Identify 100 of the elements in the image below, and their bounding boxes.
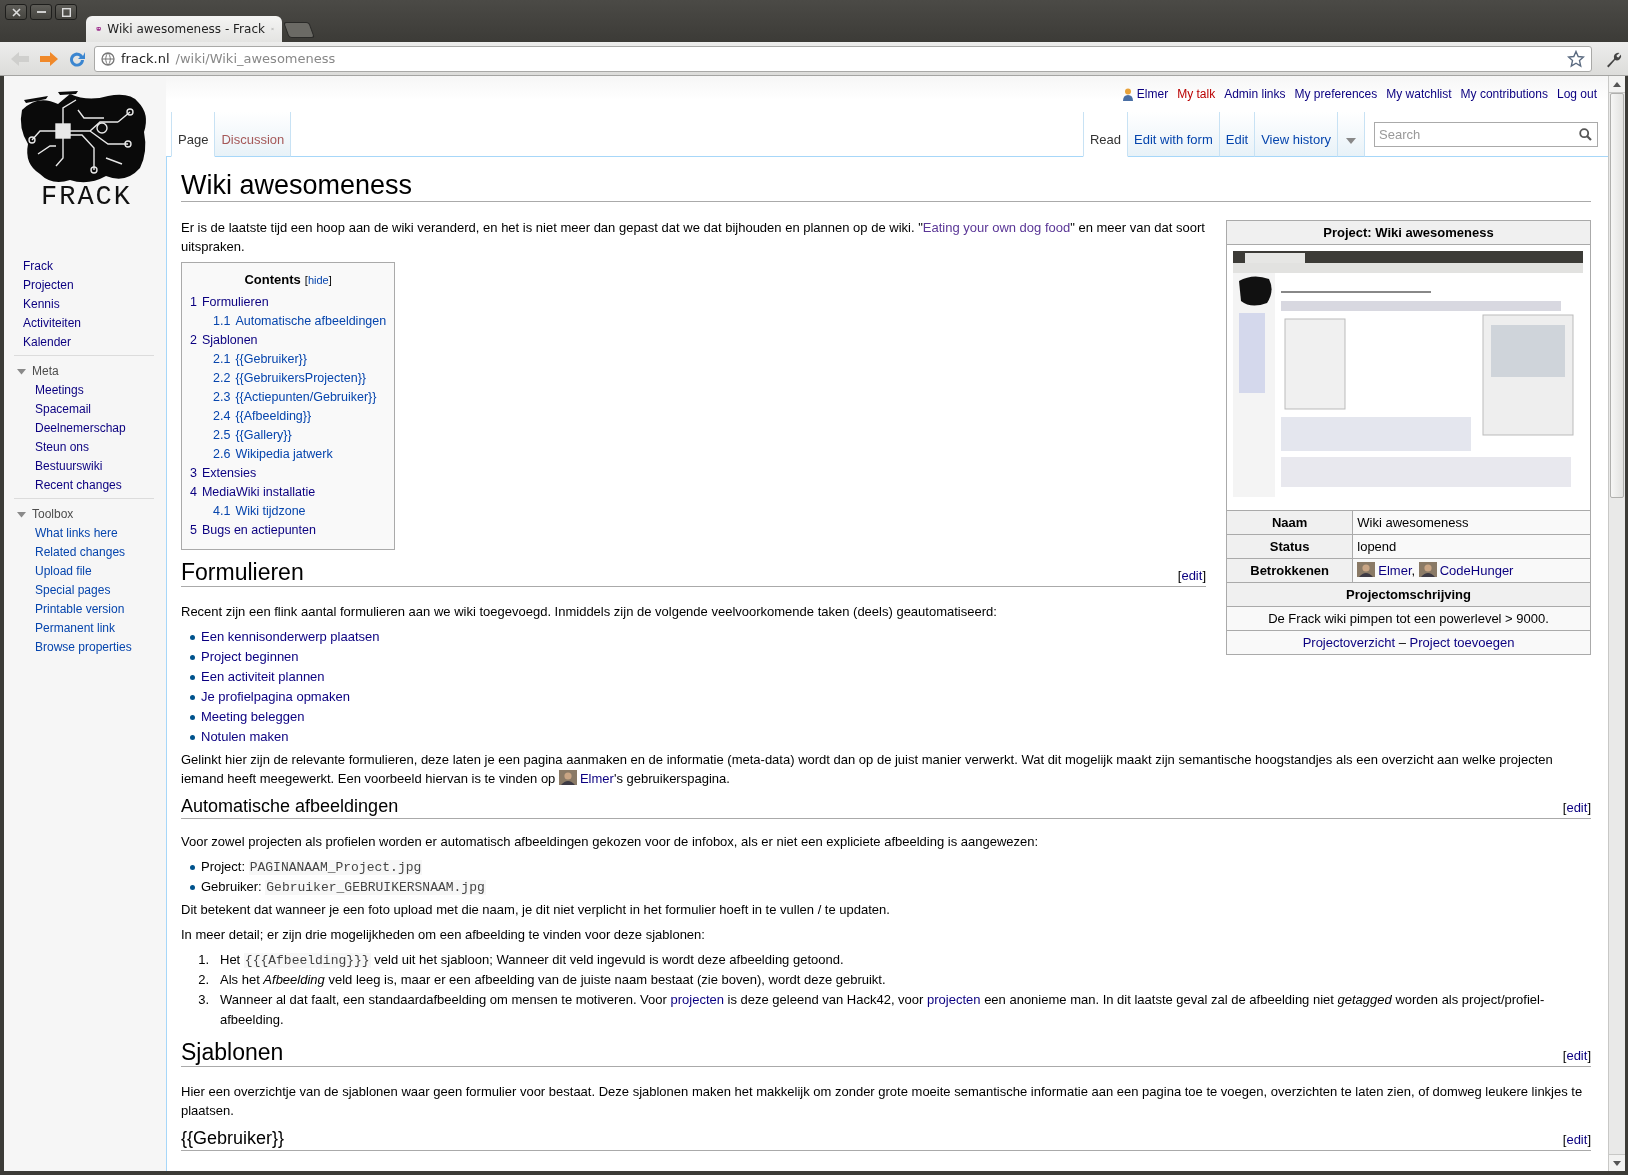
tab[interactable]: Edit [1219,112,1256,157]
sidebar-link[interactable]: What links here [35,524,118,543]
scroll-up-button[interactable] [1609,76,1625,93]
sidebar-link[interactable]: Upload file [35,562,92,581]
edit-link[interactable]: [edit] [1562,1046,1591,1065]
link[interactable]: My talk [1177,87,1216,101]
hide-link[interactable]: [hide] [304,271,332,290]
tab[interactable]: View history [1255,112,1338,157]
close-button[interactable] [5,4,27,20]
link[interactable]: My preferences [1294,87,1378,101]
search-icon[interactable] [1579,128,1592,141]
link[interactable]: Project toevoegen [1409,635,1515,650]
link[interactable]: Admin links [1224,87,1286,101]
avatar-icon [1357,562,1376,577]
caret-icon [1346,138,1356,144]
sidebar-link[interactable]: Special pages [35,581,111,600]
toc-link[interactable]: 2.1 {{Gebruiker}} [213,350,307,369]
minimize-icon [36,11,46,13]
sidebar-link[interactable]: Printable version [35,600,125,619]
toc-link[interactable]: 2 Sjablonen [190,331,258,350]
sidebar-link[interactable]: Recent changes [35,476,122,495]
portal-heading: Meta [32,363,59,380]
link[interactable]: Eating your own dog food [922,220,1071,235]
toc-link[interactable]: 1 Formulieren [190,293,269,312]
toc-link[interactable]: 3 Extensies [190,464,257,483]
table-cell: Wiki awesomeness [1352,510,1591,535]
toc-link[interactable]: 4 MediaWiki installatie [190,483,316,502]
sidebar-link[interactable]: Bestuurswiki [35,457,103,476]
sidebar-link[interactable]: Permanent link [35,619,116,638]
link[interactable]: CodeHunger [1439,563,1514,578]
sidebar-link[interactable]: Activiteiten [23,314,82,333]
scrollbar-thumb[interactable] [1610,93,1624,498]
toc-link[interactable]: 2.6 Wikipedia jatwerk [213,445,333,464]
edit-link[interactable]: [edit] [1177,566,1206,585]
bullet-icon [190,885,195,890]
scroll-down-button[interactable] [1609,1154,1625,1171]
link[interactable]: Project beginnen [201,649,299,664]
link[interactable]: Meeting beleggen [201,709,305,724]
paragraph: Er is de laatste tijd een hoop aan de wiki veranderd, en het is niet meer dan gepast dat we dat bijhouden en plannen op de wiki. "Eating your own dog food" en meer van dat soort uitspraken. [181,219,1206,256]
sidebar-link[interactable]: Meetings [35,381,84,400]
more-menu-tab[interactable] [1338,112,1365,157]
sidebar-link[interactable]: Spacemail [35,400,92,419]
section-heading: Formulieren [181,558,304,586]
sidebar-link[interactable]: Related changes [35,543,126,562]
infobox-title: Project: Wiki awesomeness [1226,220,1591,245]
minimize-button[interactable] [30,4,52,20]
toc-link[interactable]: 2.4 {{Afbeelding}} [213,407,312,426]
user-icon [1122,87,1133,101]
link[interactable]: projecten [670,992,724,1007]
caret-icon[interactable] [17,510,26,519]
table-cell: De Frack wiki pimpen tot een powerlevel > 9000. [1226,606,1591,631]
edit-link[interactable]: [edit] [1562,1130,1591,1149]
address-field[interactable]: frack.nl /wiki/Wiki_awesomeness [94,45,1592,72]
paragraph: In meer detail; er zijn drie mogelijkheden om een afbeelding te vinden voor deze sjablonen: [181,926,706,944]
paragraph: Dit betekent dat wanneer je een foto upload met die naam, je dit niet verplicht in het formulier hoeft in te vullen / te updaten. [181,901,891,919]
sidebar-link[interactable]: Frack [23,257,53,276]
toc-link[interactable]: 2.3 {{Actiepunten/Gebruiker}} [213,388,377,407]
link[interactable]: Elmer [579,771,614,786]
table-header: Projectomschrijving [1226,582,1591,607]
new-tab-button[interactable] [283,22,315,38]
link[interactable]: Een kennisonderwerp plaatsen [201,629,380,644]
link[interactable]: Notulen maken [201,729,289,744]
tab[interactable]: Page [171,112,216,157]
table-header: Status [1226,534,1353,559]
search-field[interactable]: Search [1374,122,1598,147]
paragraph: Gelinkt hier zijn de relevante formulieren, deze laten je een pagina aanmaken en de informatie (meta-data) wordt dan op de juist manier verwerkt. Wat dit mogelijk maakt zijn semantische hoogstandjes als een overzicht aan welke projecten iemand heeft meegewerkt. Een voorbeeld hiervan is te vinden op Elmer's gebruikerspagina. [181,751,1554,788]
bullet-icon [190,865,195,870]
maximize-button[interactable] [55,4,77,20]
bullet-icon [190,695,195,700]
link[interactable]: Een activiteit plannen [201,669,325,684]
tab[interactable]: Edit with form [1128,112,1220,157]
tab[interactable]: Read [1082,112,1128,157]
star-icon[interactable] [1567,49,1585,68]
sidebar-link[interactable]: Browse properties [35,638,132,657]
sidebar-link[interactable]: Projecten [23,276,74,295]
toc-link[interactable]: 2.2 {{GebruikersProjecten}} [213,369,367,388]
tab[interactable]: Discussion [215,112,292,157]
link[interactable]: My contributions [1460,87,1548,101]
edit-link[interactable]: [edit] [1562,798,1591,817]
toc-link[interactable]: 5 Bugs en actiepunten [190,521,316,540]
link[interactable]: My watchlist [1386,87,1452,101]
sidebar-link[interactable]: Deelnemerschap [35,419,126,438]
logo-text: FRACK [41,182,132,212]
toc-link[interactable]: 4.1 Wiki tijdzone [213,502,306,521]
list-item-text: Gebruiker: Gebruiker_GEBRUIKERSNAAM.jpg [201,878,486,897]
link[interactable]: Je profielpagina opmaken [201,689,350,704]
link[interactable]: Elmer [1378,563,1412,578]
browser-tab[interactable]: Wiki awesomeness - Frack [86,16,282,42]
link[interactable]: Log out [1556,87,1597,101]
sidebar-link[interactable]: Kalender [23,333,72,352]
link[interactable]: Projectoverzicht [1302,635,1396,650]
user-link[interactable]: Elmer [1122,87,1169,101]
link[interactable]: projecten [927,992,981,1007]
globe-icon [101,51,115,66]
toc-link[interactable]: 1.1 Automatische afbeeldingen [213,312,387,331]
caret-icon[interactable] [17,367,26,376]
section-heading: Sjablonen [181,1038,284,1066]
sidebar-link[interactable]: Steun ons [35,438,90,457]
toc-link[interactable]: 2.5 {{Gallery}} [213,426,292,445]
sidebar-link[interactable]: Kennis [23,295,60,314]
